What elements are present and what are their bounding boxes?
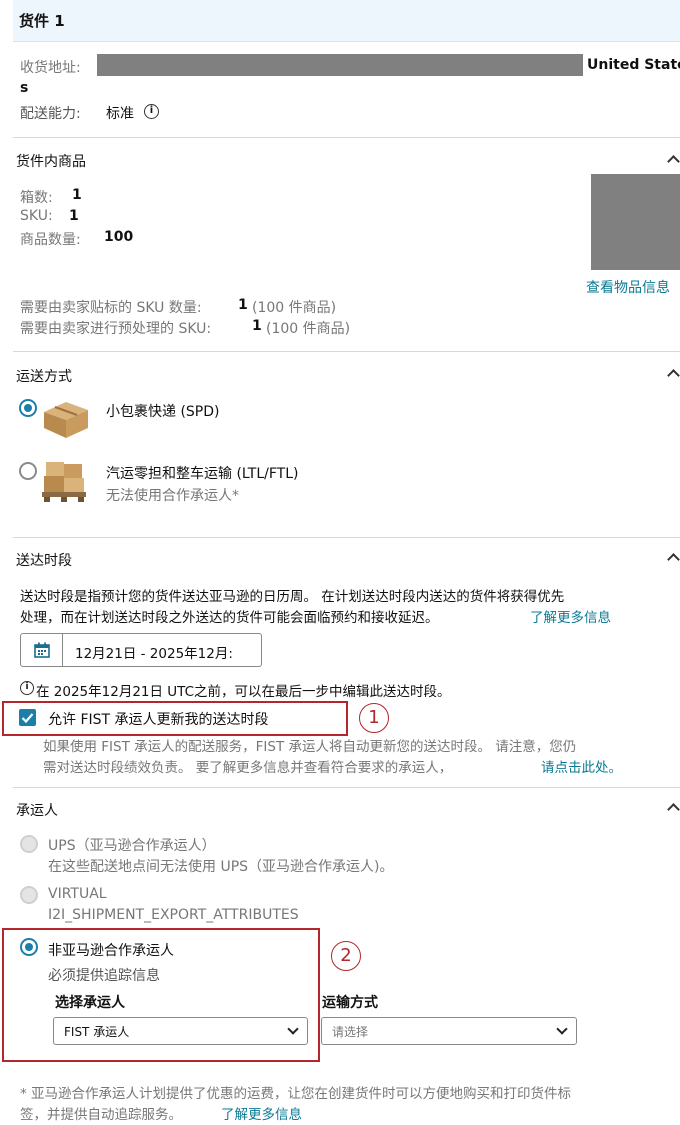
delivery-desc-line1: 送达时段是指预计您的货件送达亚马逊的日历周。 在计划送达时段内送达的货件将获得优… — [20, 589, 565, 605]
footer-line2: 签，并提供自动追踪服务。 — [20, 1107, 182, 1123]
edit-window-note: 在 2025年12月21日 UTC之前，可以在最后一步中编辑此送达时段。 — [36, 684, 451, 700]
items-section-title: 货件内商品 — [16, 154, 86, 170]
sku-label: SKU: — [20, 208, 53, 224]
label-sku-value: 1 — [238, 297, 248, 313]
footer-line1: * 亚马逊合作承运人计划提供了优惠的运费，让您在创建货件时可以方便地购买和打印货… — [20, 1086, 572, 1102]
annotation-box-1 — [2, 701, 348, 736]
label-sku-text: 需要由卖家贴标的 SKU 数量: — [20, 300, 202, 316]
collapse-chevron-icon[interactable] — [667, 369, 680, 382]
prep-sku-paren: (100 件商品) — [266, 321, 351, 337]
delivery-learn-more-link[interactable]: 了解更多信息 — [530, 606, 611, 626]
capability-value: 标准 — [106, 106, 134, 122]
divider — [13, 137, 680, 138]
view-items-link[interactable]: 查看物品信息 — [586, 277, 670, 297]
shipment-header: 货件 1 — [13, 0, 680, 42]
address-label: 收货地址: — [20, 60, 81, 76]
transport-select-value: 请选择 — [332, 1025, 369, 1039]
product-image — [591, 174, 680, 270]
ltl-sub: 无法使用合作承运人* — [106, 488, 239, 504]
calendar-icon — [34, 642, 50, 658]
qty-value: 100 — [104, 229, 134, 245]
redacted-address — [97, 54, 583, 76]
radio-ltl[interactable] — [19, 462, 37, 480]
prep-sku-text: 需要由卖家进行预处理的 SKU: — [20, 321, 212, 337]
transport-label: 运输方式 — [322, 995, 378, 1011]
shipment-title: 货件 1 — [19, 12, 65, 30]
delivery-window-title: 送达时段 — [16, 553, 72, 569]
address-country: United State — [587, 57, 680, 73]
carrier-section-title: 承运人 — [16, 803, 58, 819]
fist-note-line1: 如果使用 FIST 承运人的配送服务，FIST 承运人将自动更新您的送达时段。 … — [43, 739, 577, 755]
capability-label: 配送能力: — [20, 106, 81, 122]
info-icon: i — [20, 681, 34, 695]
annotation-box-2 — [2, 928, 320, 1062]
ups-label: UPS（亚马逊合作承运人） — [48, 838, 216, 854]
calendar-icon-box[interactable] — [21, 634, 63, 666]
date-range-field[interactable]: 12月21日 - 2025年12月: — [20, 633, 262, 667]
collapse-chevron-icon[interactable] — [667, 155, 680, 168]
radio-ups[interactable] — [20, 835, 38, 853]
footer-learn-more-link[interactable]: 了解更多信息 — [221, 1103, 302, 1123]
label-sku-paren: (100 件商品) — [252, 300, 337, 316]
divider — [13, 537, 680, 538]
prep-sku-value: 1 — [252, 318, 262, 334]
date-range-value: 12月21日 - 2025年12月: — [75, 646, 233, 662]
sku-value: 1 — [69, 208, 79, 224]
delivery-desc-line2: 处理，而在计划送达时段之外送达的货件可能会面临预约和接收延迟。 — [20, 610, 439, 626]
divider — [13, 351, 680, 352]
boxes-value: 1 — [72, 187, 82, 203]
address-country-wrap: s — [20, 80, 29, 96]
divider — [13, 787, 680, 788]
virtual-label: VIRTUAL — [48, 886, 107, 902]
annotation-number-2: 2 — [331, 941, 361, 971]
ups-sub: 在这些配送地点间无法使用 UPS（亚马逊合作承运人)。 — [48, 859, 394, 875]
boxes-label: 箱数: — [20, 190, 53, 206]
spd-label[interactable]: 小包裹快递 (SPD) — [106, 401, 219, 421]
transport-select[interactable]: 请选择 — [321, 1017, 577, 1045]
virtual-sub: I2I_SHIPMENT_EXPORT_ATTRIBUTES — [48, 907, 299, 923]
annotation-number-1: 1 — [359, 703, 389, 733]
chevron-down-icon — [556, 1023, 568, 1035]
pallet-boxes-icon — [42, 462, 86, 502]
collapse-chevron-icon[interactable] — [667, 553, 680, 566]
qty-label: 商品数量: — [20, 232, 81, 248]
small-parcel-box-icon — [44, 402, 88, 438]
ltl-label[interactable]: 汽运零担和整车运输 (LTL/FTL) — [106, 463, 298, 483]
info-icon[interactable]: i — [144, 104, 159, 119]
click-here-link[interactable]: 请点击此处。 — [541, 756, 622, 776]
collapse-chevron-icon[interactable] — [667, 803, 680, 816]
radio-spd[interactable] — [19, 399, 37, 417]
fist-note-line2: 需对送达时段绩效负责。 要了解更多信息并查看符合要求的承运人， — [43, 760, 453, 776]
radio-virtual[interactable] — [20, 886, 38, 904]
shipping-mode-title: 运送方式 — [16, 369, 72, 385]
